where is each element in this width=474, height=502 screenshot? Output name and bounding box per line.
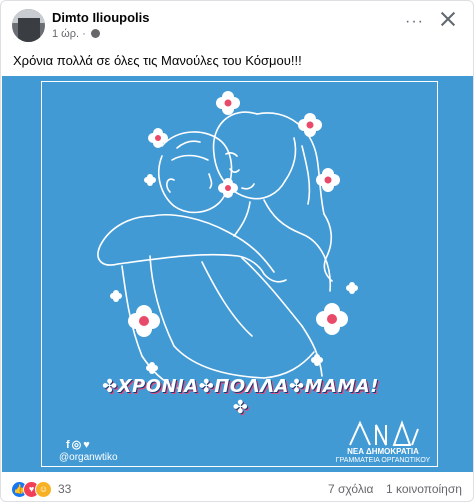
post-header: Dimto Ilioupolis 1 ώρ. · ··· (1, 1, 473, 45)
nd-logo-icon (349, 420, 419, 446)
timestamp[interactable]: 1 ώρ. · (52, 28, 86, 40)
social-icons: f◎♥ (66, 439, 92, 451)
author-name[interactable]: Dimto Ilioupolis (52, 10, 150, 25)
globe-icon (90, 29, 100, 38)
org-name: ΝΕΑ ΔΗΜΟΚΡΑΤΙΑ (347, 447, 419, 456)
post-footer: 👍 ♥ ☺ 33 7 σχόλια 1 κοινοποίηση (1, 473, 473, 501)
social-handle: @organwtiko (59, 452, 118, 463)
reaction-icons[interactable]: 👍 ♥ ☺ (11, 481, 52, 499)
more-options-button[interactable]: ··· (405, 13, 424, 31)
close-icon[interactable] (438, 9, 458, 29)
care-icon: ☺ (35, 481, 52, 499)
org-subtitle: ΓΡΑΜΜΑΤΕΙΑ ΟΡΓΑΝΩΤΙΚΟΥ (335, 457, 431, 464)
post-text: Χρόνια πολλά σε όλες τις Μανούλες του Κό… (13, 53, 302, 68)
comments-count[interactable]: 7 σχόλια (328, 482, 373, 496)
avatar[interactable] (12, 9, 45, 42)
facebook-post: Dimto Ilioupolis 1 ώρ. · ··· Χρόνια πολλ… (0, 0, 474, 502)
banner-text: ✤ΧΡΟΝΙΑ✤ΠΟΛΛΑ✤ΜΑΜΑ! ✤ (102, 376, 379, 418)
shares-count[interactable]: 1 κοινοποίηση (386, 482, 462, 496)
reaction-count[interactable]: 33 (58, 482, 71, 496)
post-meta: 1 ώρ. · (52, 28, 100, 40)
